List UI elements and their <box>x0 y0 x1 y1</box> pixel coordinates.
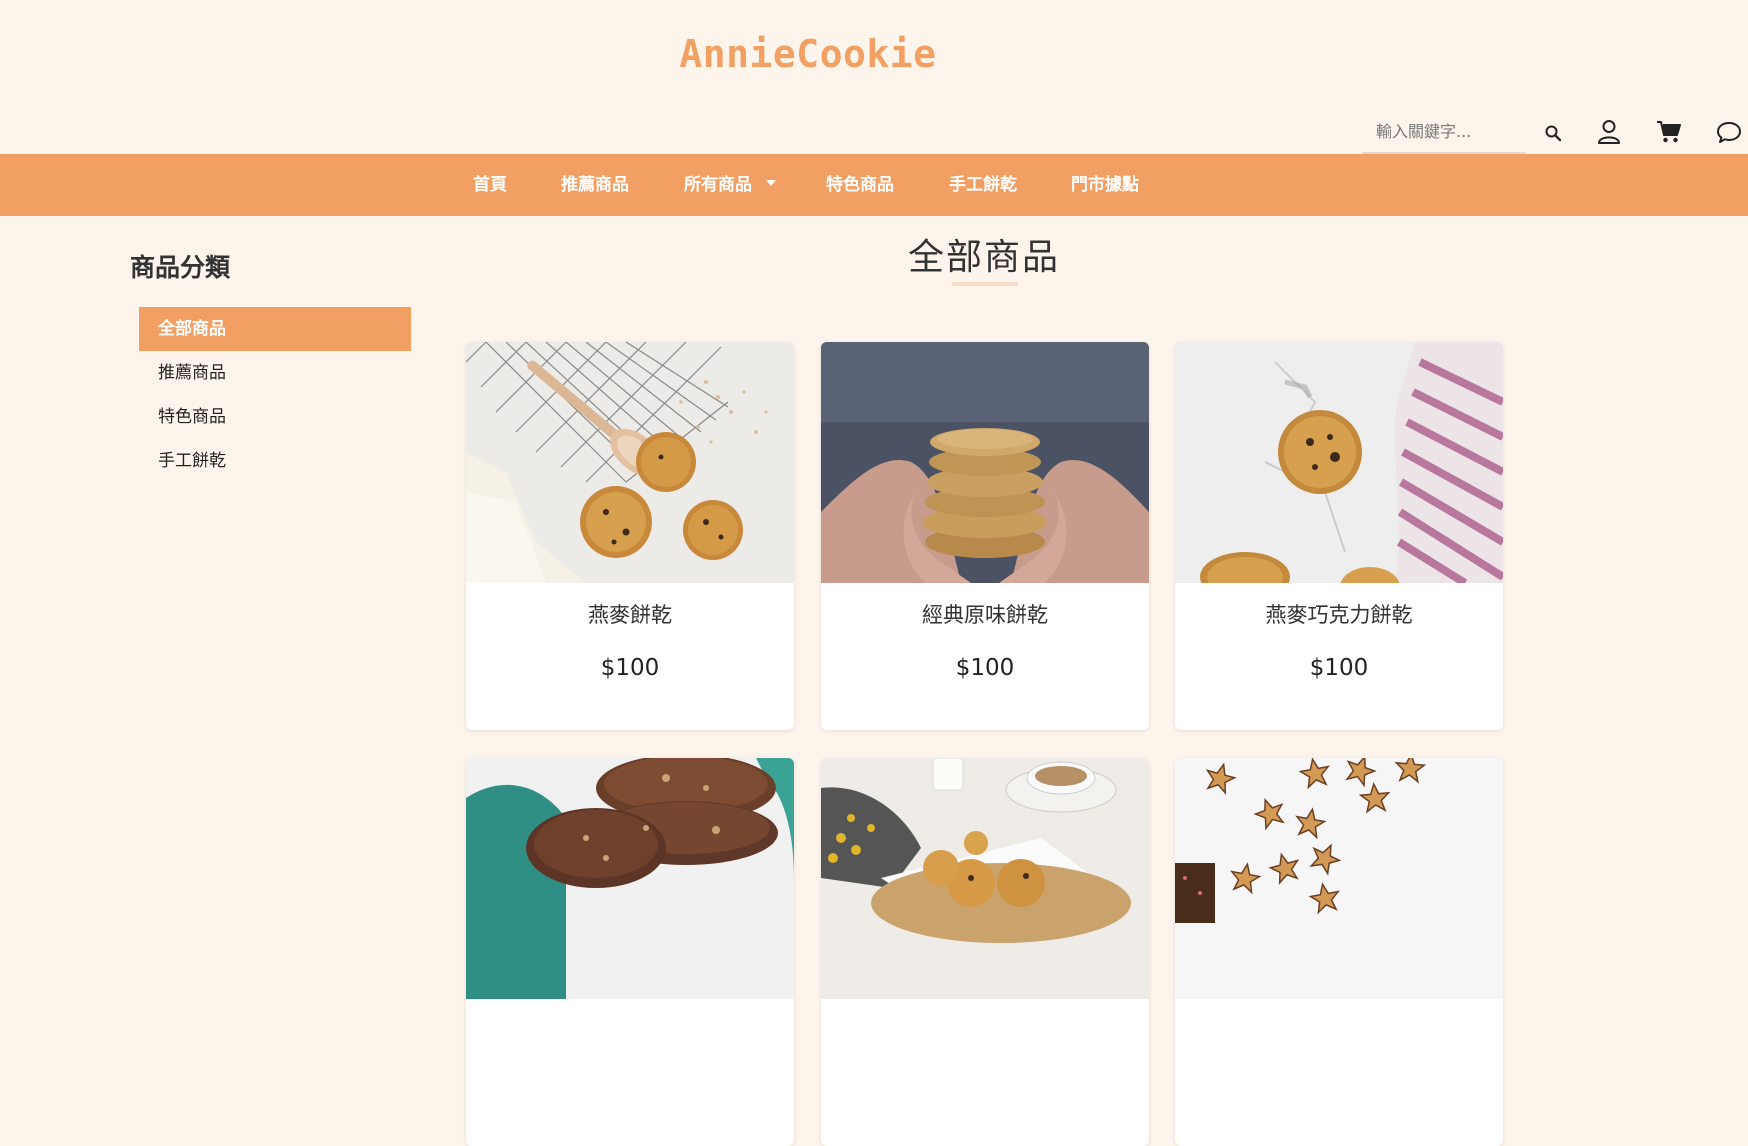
sidebar-item-handmade[interactable]: 手工餅乾 <box>139 439 411 483</box>
nav-list: 首頁 推薦商品 所有商品 特色商品 手工餅乾 門市據點 <box>0 154 1748 216</box>
sidebar-item-label: 特色商品 <box>158 407 226 427</box>
product-price: $100 <box>1309 655 1369 681</box>
product-image <box>466 342 794 583</box>
product-image <box>821 758 1149 999</box>
search-icon <box>1545 125 1562 142</box>
product-name: 燕麥巧克力餅乾 <box>1265 603 1413 627</box>
sidebar-item-recommended[interactable]: 推薦商品 <box>139 351 411 395</box>
nav-item-label: 所有商品 <box>684 175 752 195</box>
user-account-button[interactable] <box>1594 117 1624 147</box>
product-card[interactable]: 燕麥巧克力餅乾 $100 <box>1175 342 1503 730</box>
cart-button[interactable] <box>1654 117 1684 147</box>
title-underline <box>952 282 1018 286</box>
product-image <box>466 758 794 999</box>
sidebar-title: 商品分類 <box>130 253 231 282</box>
chat-icon <box>1717 122 1741 143</box>
product-image <box>1175 758 1503 999</box>
caret-down-icon <box>765 180 776 186</box>
page-title: 全部商品 <box>907 237 1060 278</box>
product-card[interactable] <box>1175 758 1503 1146</box>
product-name: 經典原味餅乾 <box>922 603 1048 627</box>
search-box <box>1362 114 1526 154</box>
product-card[interactable] <box>466 758 794 1146</box>
nav-item-label: 特色商品 <box>826 175 894 195</box>
nav-item-featured[interactable]: 特色商品 <box>826 154 894 216</box>
nav-item-stores[interactable]: 門市據點 <box>1071 154 1139 216</box>
product-image <box>821 342 1149 583</box>
main-navbar: 首頁 推薦商品 所有商品 特色商品 手工餅乾 門市據點 <box>0 154 1748 216</box>
nav-item-home[interactable]: 首頁 <box>473 154 507 216</box>
user-icon <box>1598 120 1620 144</box>
nav-item-handmade[interactable]: 手工餅乾 <box>949 154 1017 216</box>
product-price: $100 <box>955 655 1015 681</box>
cart-icon <box>1657 121 1681 143</box>
product-price: $100 <box>600 655 660 681</box>
nav-item-label: 推薦商品 <box>561 175 629 195</box>
nav-item-label: 手工餅乾 <box>949 175 1017 195</box>
product-image <box>1175 342 1503 583</box>
product-card[interactable] <box>821 758 1149 1146</box>
search-button[interactable] <box>1538 118 1568 148</box>
nav-item-recommended[interactable]: 推薦商品 <box>561 154 629 216</box>
nav-item-label: 門市據點 <box>1071 175 1139 195</box>
product-name: 燕麥餅乾 <box>588 603 672 627</box>
product-card[interactable]: 燕麥餅乾 $100 <box>466 342 794 730</box>
sidebar-item-label: 推薦商品 <box>158 363 226 383</box>
site-logo[interactable]: AnnieCookie <box>0 32 1616 76</box>
sidebar-item-featured[interactable]: 特色商品 <box>139 395 411 439</box>
product-card[interactable]: 經典原味餅乾 $100 <box>821 342 1149 730</box>
nav-item-label: 首頁 <box>473 175 507 195</box>
site-header: AnnieCookie <box>0 0 1748 154</box>
nav-item-all-products[interactable]: 所有商品 <box>684 154 776 216</box>
sidebar-item-label: 手工餅乾 <box>158 451 226 471</box>
sidebar-item-all[interactable]: 全部商品 <box>139 307 411 351</box>
search-input[interactable] <box>1362 114 1496 148</box>
sidebar-item-label: 全部商品 <box>158 319 226 339</box>
chat-button[interactable] <box>1714 117 1744 147</box>
